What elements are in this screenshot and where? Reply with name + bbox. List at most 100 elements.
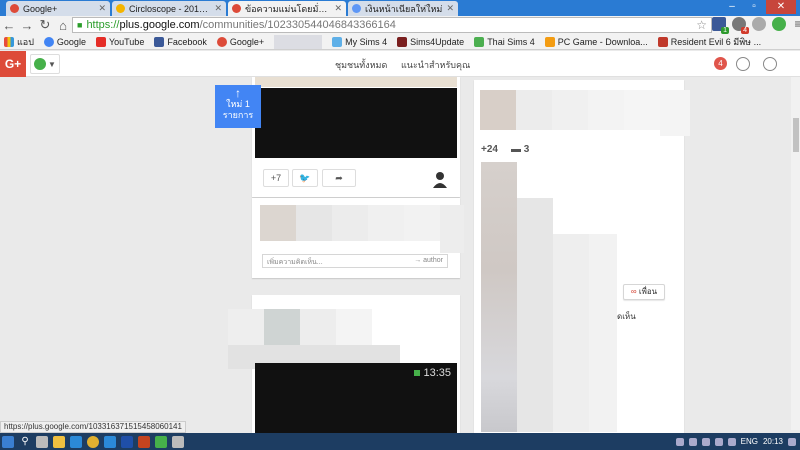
- bookmark-resident-evil[interactable]: Resident Evil 6 มีพิษ ...: [657, 35, 761, 49]
- bookmark-youtube[interactable]: YouTube: [95, 36, 144, 47]
- back-icon[interactable]: ←: [0, 18, 18, 33]
- share-button[interactable]: ➦: [322, 169, 356, 187]
- author-avatar[interactable]: [431, 170, 449, 188]
- hangouts-extension-icon[interactable]: [772, 17, 786, 31]
- tab-google-plus[interactable]: Google+ ✕: [6, 1, 110, 16]
- bookmark-label: แอป: [17, 36, 34, 47]
- file-explorer-icon[interactable]: [53, 435, 65, 448]
- maximize-icon[interactable]: ▫: [744, 0, 764, 14]
- new-posts-button[interactable]: ↑ ใหม่ 1 รายการ: [215, 85, 261, 128]
- powerpoint-icon[interactable]: [138, 435, 150, 448]
- home-icon[interactable]: ⌂: [54, 18, 72, 33]
- blurred-side-text: [660, 90, 690, 136]
- url-scheme: https://: [86, 19, 120, 31]
- blurred-side-text: [552, 90, 588, 130]
- plus-count[interactable]: +24: [481, 144, 498, 155]
- blurred-side-text: [588, 90, 624, 130]
- language-indicator[interactable]: ENG: [741, 437, 758, 446]
- bookmark-label: PC Game - Downloa...: [557, 36, 648, 47]
- blurred-side-image: [553, 234, 589, 432]
- bookmark-google-plus[interactable]: Google+: [216, 36, 264, 47]
- home-menu-button[interactable]: ▼: [30, 54, 60, 74]
- comment-input[interactable]: เพิ่มความคิดเห็น... → author: [262, 254, 448, 268]
- notification-icon[interactable]: [788, 437, 796, 446]
- chevron-down-icon: ▼: [48, 59, 56, 69]
- tab-recommended[interactable]: แนะนำสำหรับคุณ: [401, 58, 470, 72]
- gplus-logo[interactable]: G+: [0, 51, 26, 77]
- clock[interactable]: 20:13: [763, 437, 783, 446]
- close-icon[interactable]: ✕: [98, 3, 106, 14]
- new-posts-line1: ใหม่ 1: [226, 99, 250, 109]
- sims-icon: [397, 36, 408, 47]
- bookmark-google[interactable]: Google: [43, 36, 86, 47]
- close-icon[interactable]: ✕: [446, 3, 454, 14]
- bookmark-apps[interactable]: แอป: [4, 35, 34, 49]
- facebook-extension-icon[interactable]: 1: [712, 17, 729, 34]
- minimize-icon[interactable]: –: [722, 0, 742, 14]
- scrollbar-thumb[interactable]: [793, 118, 799, 152]
- bookmark-thai-sims[interactable]: Thai Sims 4: [474, 36, 535, 47]
- bell-badge: 4: [741, 27, 749, 34]
- blurred-comment-avatar: [260, 205, 296, 241]
- hangouts-icon[interactable]: [763, 57, 777, 71]
- bookmark-sims4update[interactable]: Sims4Update: [397, 36, 464, 47]
- bookmark-pc-game[interactable]: PC Game - Downloa...: [544, 36, 648, 47]
- bookmark-star-icon[interactable]: ☆: [696, 18, 707, 32]
- blurred-comment-text: [332, 205, 368, 241]
- app-icon[interactable]: [104, 435, 116, 448]
- tab-new[interactable]: เงินหน้าเนียลให่ใหม่ ✕: [348, 1, 458, 16]
- windows-taskbar: ⚲ ENG 20:13: [0, 433, 800, 450]
- search-icon[interactable]: ⚲: [19, 436, 31, 448]
- comment-count-value: 3: [523, 144, 530, 155]
- post-video-2[interactable]: 13:35: [255, 363, 457, 435]
- close-icon[interactable]: ✕: [214, 3, 222, 14]
- store-icon[interactable]: [70, 435, 82, 448]
- follow-button[interactable]: ∞ เพื่อน: [623, 284, 665, 300]
- word-icon[interactable]: [121, 435, 133, 448]
- game-icon: [657, 36, 668, 47]
- share-icon[interactable]: [736, 57, 750, 71]
- bookmark-label: Facebook: [167, 36, 207, 47]
- tab-all-communities[interactable]: ชุมชนทั้งหมด: [335, 58, 387, 72]
- app-icon[interactable]: [172, 435, 184, 448]
- video-time: 13:35: [423, 367, 451, 379]
- forward-icon[interactable]: →: [18, 18, 36, 33]
- notification-count-badge[interactable]: 4: [714, 57, 727, 70]
- network-icon[interactable]: [714, 437, 723, 446]
- task-view-icon[interactable]: [36, 435, 48, 448]
- bookmark-facebook[interactable]: Facebook: [154, 36, 207, 47]
- bookmark-label: Google: [56, 36, 86, 47]
- chrome-icon[interactable]: [87, 435, 99, 448]
- status-url: https://plus.google.com/1033163715154580…: [0, 421, 186, 433]
- plus-one-button[interactable]: +7: [263, 169, 289, 187]
- bell-extension-icon[interactable]: 4: [732, 17, 749, 34]
- tab-community-active[interactable]: ข้อความแม่นโดยมั่น - ชุมชน - G ✕: [228, 1, 346, 16]
- start-icon[interactable]: [2, 435, 14, 448]
- volume-icon[interactable]: [727, 437, 736, 446]
- app-icon[interactable]: [155, 435, 167, 448]
- google-icon: [43, 36, 54, 47]
- tray-icon[interactable]: [675, 437, 684, 446]
- tray-icon[interactable]: [701, 437, 710, 446]
- blurred-author-block: [228, 309, 264, 345]
- home-icon: [34, 58, 47, 70]
- circle-extension-icon[interactable]: [752, 17, 766, 31]
- new-posts-line2: รายการ: [222, 110, 254, 120]
- bookmark-my-sims[interactable]: My Sims 4: [332, 36, 387, 47]
- live-dot-icon: [414, 370, 421, 376]
- blurred-side-text: [516, 90, 552, 130]
- tab-circloscope[interactable]: Circloscope - 2015.5.22 ✕: [112, 1, 226, 16]
- twitter-share-button[interactable]: 🐦: [292, 169, 318, 187]
- post-video-1[interactable]: [255, 88, 457, 158]
- window-controls: – ▫ ✕: [722, 0, 796, 16]
- menu-icon[interactable]: ≡: [792, 17, 800, 31]
- address-bar[interactable]: ■ https:// plus.google.com /communities/…: [72, 17, 712, 33]
- window-close-icon[interactable]: ✕: [766, 0, 796, 14]
- twitter-icon: 🐦: [299, 173, 311, 183]
- tray-icon[interactable]: [688, 437, 697, 446]
- blurred-side-text: [624, 90, 660, 130]
- comment-count[interactable]: ▬ 3: [511, 144, 529, 155]
- tab-label: Google+: [23, 3, 58, 14]
- close-icon[interactable]: ✕: [334, 3, 342, 14]
- reload-icon[interactable]: ↻: [36, 17, 54, 33]
